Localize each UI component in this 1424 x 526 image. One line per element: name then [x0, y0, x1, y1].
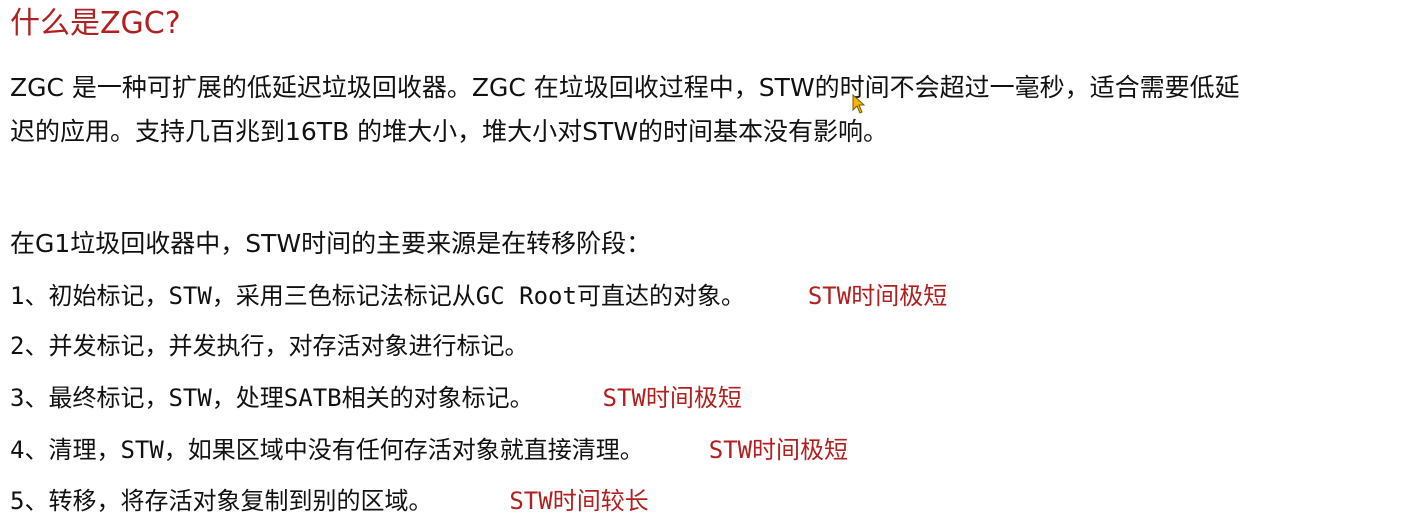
intro-line-2: 迟的应用。支持几百兆到16TB 的堆大小，堆大小对STW的时间基本没有影响。 — [10, 117, 889, 146]
page-title: 什么是ZGC? — [10, 6, 181, 41]
step-text: 1、初始标记，STW，采用三色标记法标记从GC Root可直达的对象。 — [10, 282, 745, 310]
step-note: STW时间极短 — [602, 384, 742, 412]
step-note: STW时间极短 — [807, 282, 948, 310]
step-note: STW时间极短 — [708, 436, 849, 464]
intro-paragraph: ZGC 是一种可扩展的低延迟垃圾回收器。ZGC 在垃圾回收过程中，STW的时间不… — [10, 66, 1420, 154]
step-item-2: 2、并发标记，并发执行，对存活对象进行标记。 — [10, 326, 528, 366]
step-item-3: 3、最终标记，STW，处理SATB相关的对象标记。 STW时间极短 — [10, 378, 742, 418]
step-item-4: 4、清理，STW，如果区域中没有任何存活对象就直接清理。 STW时间极短 — [10, 430, 848, 470]
section-heading: 在G1垃圾回收器中，STW时间的主要来源是在转移阶段： — [10, 229, 652, 258]
step-text: 3、最终标记，STW，处理SATB相关的对象标记。 — [10, 384, 534, 412]
step-text: 5、转移，将存活对象复制到别的区域。 — [10, 487, 433, 515]
step-item-5: 5、转移，将存活对象复制到别的区域。 STW时间较长 — [10, 481, 649, 521]
step-text: 4、清理，STW，如果区域中没有任何存活对象就直接清理。 — [10, 436, 644, 464]
intro-line-1: ZGC 是一种可扩展的低延迟垃圾回收器。ZGC 在垃圾回收过程中，STW的时间不… — [10, 73, 1240, 102]
mouse-pointer-icon — [852, 94, 866, 114]
step-text: 2、并发标记，并发执行，对存活对象进行标记。 — [10, 332, 529, 360]
step-item-1: 1、初始标记，STW，采用三色标记法标记从GC Root可直达的对象。 STW时… — [10, 276, 947, 316]
step-note: STW时间较长 — [509, 487, 649, 515]
